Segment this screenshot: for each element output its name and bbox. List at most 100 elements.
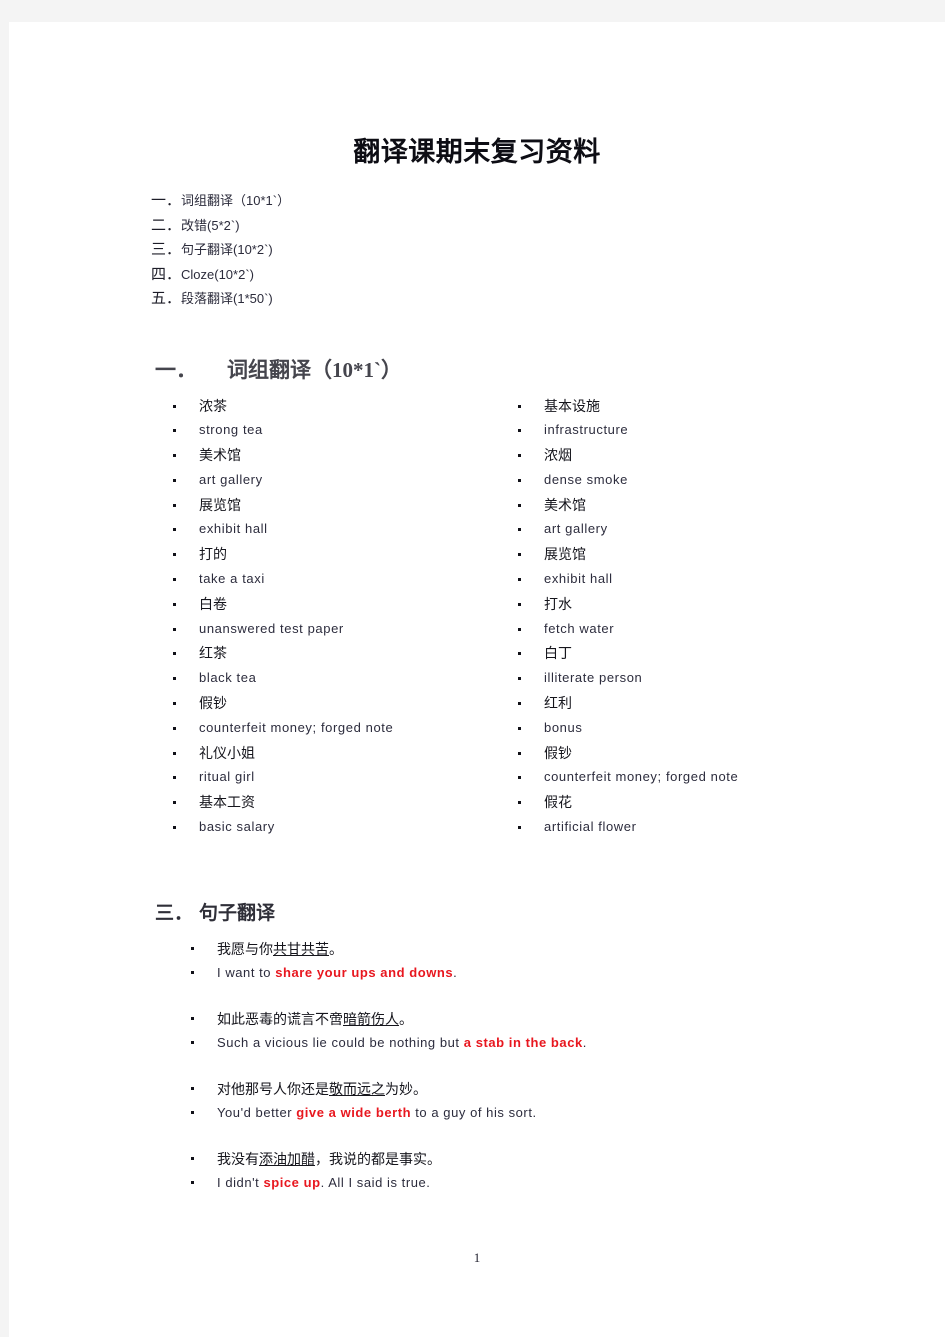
sentence-zh-idiom: 敬而远之 <box>329 1080 385 1097</box>
sentence-spacer <box>185 1125 945 1147</box>
vocabulary-item: exhibit hall <box>510 567 738 592</box>
toc-item-number: 二． <box>151 217 182 234</box>
sentence-en-suffix: to a guy of his sort. <box>411 1104 537 1120</box>
vocabulary-item: 红茶 <box>165 641 393 666</box>
sentence-zh-suffix: 为妙。 <box>385 1080 427 1097</box>
vocabulary-item: black tea <box>165 666 393 691</box>
sentence-zh-prefix: 如此恶毒的谎言不啻 <box>217 1010 343 1027</box>
sentence-zh-suffix: 。 <box>399 1010 413 1027</box>
vocabulary-item: 展览馆 <box>510 542 738 567</box>
vocabulary-item: exhibit hall <box>165 517 393 542</box>
sentence-zh-idiom: 添油加醋 <box>259 1150 315 1167</box>
toc-item-label: Cloze(10*2`) <box>181 266 254 282</box>
vocabulary-item: infrastructure <box>510 418 738 443</box>
sentence-source-chinese: 我没有添油加醋，我说的都是事实。 <box>185 1147 945 1171</box>
vocabulary-item: 美术馆 <box>165 443 393 468</box>
vocabulary-item: 礼仪小姐 <box>165 741 393 766</box>
toc-item-number: 一． <box>151 193 182 209</box>
sentence-zh-idiom: 暗箭伤人 <box>343 1010 399 1027</box>
sentence-zh-prefix: 对他那号人你还是 <box>217 1080 329 1097</box>
sentence-spacer <box>185 985 945 1007</box>
sentence-zh-idiom: 共甘共苦 <box>273 940 329 957</box>
toc-item-label: 改错(5*2`) <box>181 217 240 233</box>
toc-item: 五．段落翻译(1*50`) <box>151 287 945 312</box>
toc-item-number: 四． <box>151 266 182 283</box>
sentence-source-chinese: 对他那号人你还是敬而远之为妙。 <box>185 1077 945 1101</box>
sentence-en-prefix: You'd better <box>217 1104 297 1120</box>
vocabulary-item: bonus <box>510 716 738 741</box>
page-number: 1 <box>473 1250 481 1265</box>
section-heading-one: 一． 词组翻译（10*1`） <box>9 312 945 384</box>
sentence-en-prefix: I want to <box>217 964 276 980</box>
vocabulary-item: ritual girl <box>165 765 393 790</box>
sentence-zh-prefix: 我没有 <box>217 1150 259 1167</box>
sentence-en-suffix: . <box>582 1034 587 1050</box>
sentence-en-idiom: give a wide berth <box>296 1104 412 1120</box>
vocabulary-item: 基本设施 <box>510 394 738 419</box>
sentence-en-idiom: share your ups and downs <box>275 964 454 980</box>
toc-item: 三．句子翻译(10*2`) <box>151 238 945 263</box>
vocabulary-item: 浓茶 <box>165 394 393 419</box>
sentence-spacer <box>185 1055 945 1077</box>
section-three-number: 三． <box>155 902 194 924</box>
section-heading-three: 三． 句子翻译 <box>9 834 945 925</box>
sentence-zh-prefix: 我愿与你 <box>217 940 273 957</box>
sentence-en-prefix: I didn't <box>217 1174 264 1190</box>
toc-item: 一．词组翻译（10*1`） <box>151 189 945 214</box>
page-title: 翻译课期末复习资料 <box>353 137 601 167</box>
vocabulary-item: counterfeit money; forged note <box>510 765 738 790</box>
sentence-translation-english: I want to share your ups and downs. <box>185 961 945 985</box>
toc-item: 四．Cloze(10*2`) <box>151 263 945 288</box>
toc-item-number: 三． <box>151 242 182 258</box>
document-page: 翻译课期末复习资料 一．词组翻译（10*1`） 二．改错(5*2`) 三．句子翻译(… <box>9 22 945 1337</box>
section-three-title: 句子翻译 <box>199 902 276 924</box>
vocabulary-item: 假花 <box>510 790 738 815</box>
section-one-title: 词组翻译（10*1`） <box>227 357 402 382</box>
vocabulary-item: artificial flower <box>510 815 738 840</box>
toc-item-number: 五． <box>151 291 182 307</box>
vocabulary-item: art gallery <box>165 468 393 493</box>
vocabulary-item: 基本工资 <box>165 790 393 815</box>
vocabulary-item: 白卷 <box>165 592 393 617</box>
sentence-translation-list: 我愿与你共甘共苦。 I want to share your ups and do… <box>9 937 945 1195</box>
section-one-number: 一． <box>155 357 197 382</box>
vocabulary-item: 打水 <box>510 592 738 617</box>
vocabulary-item: 白丁 <box>510 641 738 666</box>
sentence-zh-suffix: ，我说的都是事实。 <box>315 1150 441 1167</box>
toc-item: 二．改错(5*2`) <box>151 214 945 239</box>
sentence-source-chinese: 我愿与你共甘共苦。 <box>185 937 945 961</box>
toc-item-label: 句子翻译(10*2`) <box>181 242 273 257</box>
toc-item-label: 词组翻译（10*1`） <box>181 193 291 208</box>
vocabulary-item: 红利 <box>510 691 738 716</box>
vocabulary-item: basic salary <box>165 815 393 840</box>
sentence-translation-english: You'd better give a wide berth to a guy … <box>185 1101 945 1125</box>
vocabulary-item: 假钞 <box>510 741 738 766</box>
table-of-contents: 一．词组翻译（10*1`） 二．改错(5*2`) 三．句子翻译(10*2`) 四．Cl… <box>9 189 945 312</box>
sentence-en-prefix: Such a vicious lie could be nothing but <box>217 1034 464 1050</box>
vocabulary-item: take a taxi <box>165 567 393 592</box>
vocabulary-item: 展览馆 <box>165 493 393 518</box>
sentence-en-suffix: . All I said is true. <box>320 1174 431 1190</box>
sentence-source-chinese: 如此恶毒的谎言不啻暗箭伤人。 <box>185 1007 945 1031</box>
vocabulary-item: counterfeit money; forged note <box>165 716 393 741</box>
vocabulary-item: dense smoke <box>510 468 738 493</box>
sentence-translation-english: I didn't spice up. All I said is true. <box>185 1171 945 1195</box>
vocabulary-right-column: 基本设施 infrastructure 浓烟 dense smoke 美术馆 art ga… <box>510 394 738 840</box>
vocabulary-left-column: 浓茶 strong tea 美术馆 art gallery 展览馆 exhibit hal… <box>165 394 393 840</box>
sentence-zh-suffix: 。 <box>329 940 343 957</box>
sentence-en-suffix: . <box>453 964 458 980</box>
vocabulary-item: art gallery <box>510 517 738 542</box>
sentence-translation-english: Such a vicious lie could be nothing but … <box>185 1031 945 1055</box>
vocabulary-item: illiterate person <box>510 666 738 691</box>
vocabulary-item: 打的 <box>165 542 393 567</box>
vocabulary-item: 假钞 <box>165 691 393 716</box>
vocabulary-item: unanswered test paper <box>165 617 393 642</box>
vocabulary-item: fetch water <box>510 617 738 642</box>
vocabulary-two-column-list: 浓茶 strong tea 美术馆 art gallery 展览馆 exhibit hal… <box>9 394 945 834</box>
sentence-en-idiom: a stab in the back <box>463 1034 583 1050</box>
toc-item-label: 段落翻译(1*50`) <box>181 291 273 306</box>
sentence-en-idiom: spice up <box>263 1174 321 1190</box>
vocabulary-item: 浓烟 <box>510 443 738 468</box>
vocabulary-item: strong tea <box>165 418 393 443</box>
vocabulary-item: 美术馆 <box>510 493 738 518</box>
